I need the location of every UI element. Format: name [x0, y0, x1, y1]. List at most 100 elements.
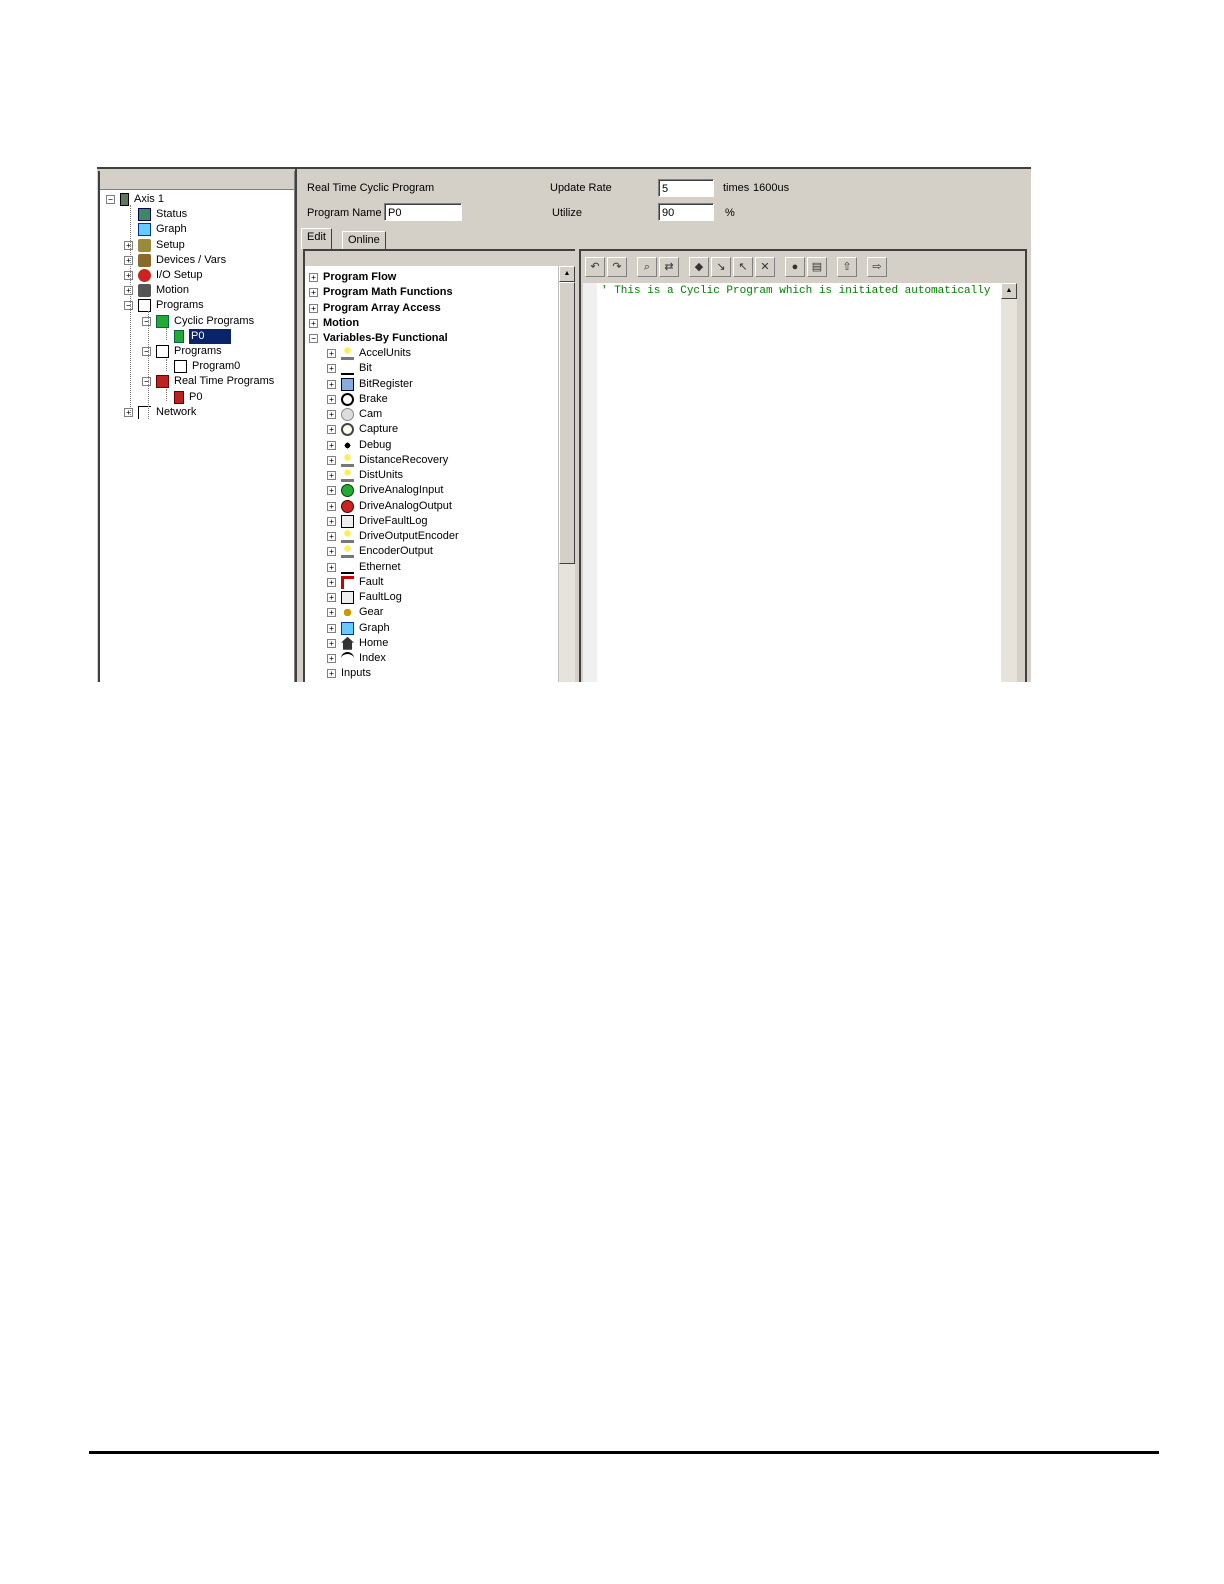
variable-group-fault[interactable]: + Fault [327, 575, 383, 590]
variable-group-driveanaloginput[interactable]: + DriveAnalogInput [327, 483, 443, 498]
code-line[interactable]: ' This is a Cyclic Program which is init… [601, 285, 990, 297]
expand-icon[interactable]: + [124, 407, 133, 417]
variable-group-faultlog[interactable]: + FaultLog [327, 590, 402, 605]
next-bookmark-icon[interactable]: ↘ [711, 257, 731, 277]
expand-icon[interactable]: + [327, 669, 336, 679]
category-program-flow[interactable]: + Program Flow [309, 270, 396, 285]
upload-icon[interactable]: ⇧ [837, 257, 857, 277]
variable-group-gear[interactable]: + Gear [327, 605, 383, 620]
code-scrollbar[interactable]: ▲ [1001, 283, 1017, 682]
expand-icon[interactable]: + [309, 303, 318, 313]
category-motion[interactable]: + Motion [309, 316, 359, 331]
expand-icon[interactable]: + [327, 364, 336, 374]
tab-online[interactable]: Online [342, 231, 386, 249]
expand-icon[interactable]: + [327, 394, 336, 404]
expand-icon[interactable]: + [327, 455, 336, 465]
variable-group-inputs[interactable]: + Inputs [327, 666, 371, 681]
tree-item-p0[interactable]: P0 [160, 328, 231, 344]
download-icon[interactable]: ⇨ [867, 257, 887, 277]
variable-group-bitregister[interactable]: + BitRegister [327, 377, 413, 392]
expand-icon[interactable]: + [327, 577, 336, 587]
expand-icon[interactable]: + [124, 240, 133, 250]
tree-item-devices-vars[interactable]: + Devices / Vars [124, 253, 226, 268]
expand-icon[interactable]: + [327, 349, 336, 358]
expand-icon[interactable]: + [327, 425, 336, 435]
tree-item-real-time-programs[interactable]: − Real Time Programs [142, 374, 274, 389]
tree-item-programs[interactable]: − Programs [124, 298, 204, 313]
tree-item-i-o-setup[interactable]: + I/O Setup [124, 268, 202, 283]
code-area[interactable]: ' This is a Cyclic Program which is init… [583, 283, 1017, 682]
expand-icon[interactable]: + [327, 608, 336, 618]
tree-item-graph[interactable]: Graph [124, 222, 187, 237]
expand-icon[interactable]: + [327, 638, 336, 648]
tree-item-axis-1[interactable]: − Axis 1 [106, 192, 164, 207]
expand-icon[interactable]: + [124, 255, 133, 265]
expand-icon[interactable]: + [309, 273, 318, 282]
tree-item-motion[interactable]: + Motion [124, 283, 189, 298]
update-rate-input[interactable]: 5 [658, 179, 714, 197]
expand-icon[interactable]: + [124, 286, 133, 296]
expand-icon[interactable]: + [327, 410, 336, 419]
scroll-thumb[interactable] [559, 282, 575, 564]
tree-item-status[interactable]: Status [124, 207, 187, 222]
expand-icon[interactable]: + [309, 288, 318, 298]
category-variables-by-functional[interactable]: − Variables-By Functional [309, 331, 448, 346]
expand-icon[interactable]: + [327, 654, 336, 663]
code-scroll-up-arrow[interactable]: ▲ [1001, 283, 1017, 299]
find-replace-icon[interactable]: ⇄ [659, 257, 679, 277]
variables-scrollbar[interactable]: ▲ [558, 266, 575, 682]
variable-group-debug[interactable]: + Debug [327, 438, 391, 453]
expand-icon[interactable]: + [327, 440, 336, 450]
breakpoint-icon[interactable]: ● [785, 257, 805, 277]
expand-icon[interactable]: + [327, 532, 336, 541]
collapse-icon[interactable]: − [142, 377, 151, 387]
expand-icon[interactable]: + [327, 516, 336, 526]
category-program-array-access[interactable]: + Program Array Access [309, 301, 441, 316]
variable-group-driveoutputencoder[interactable]: + DriveOutputEncoder [327, 529, 459, 544]
expand-icon[interactable]: + [327, 379, 336, 389]
variable-group-graph[interactable]: + Graph [327, 621, 390, 636]
prev-bookmark-icon[interactable]: ↖ [733, 257, 753, 277]
variable-group-drivefaultlog[interactable]: + DriveFaultLog [327, 514, 427, 529]
tree-item-program0[interactable]: Program0 [160, 359, 240, 374]
tree-item-programs[interactable]: − Programs [142, 344, 222, 359]
collapse-icon[interactable]: − [309, 334, 318, 343]
variable-group-ethernet[interactable]: + Ethernet [327, 560, 401, 575]
find-icon[interactable]: ⌕ [637, 257, 657, 277]
expand-icon[interactable]: + [124, 271, 133, 280]
variable-group-cam[interactable]: + Cam [327, 407, 382, 422]
expand-icon[interactable]: + [327, 547, 336, 557]
bookmark-icon[interactable]: ◆ [689, 257, 709, 277]
expand-icon[interactable]: + [327, 501, 336, 511]
expand-icon[interactable]: + [327, 486, 336, 496]
variable-group-index[interactable]: + Index [327, 651, 386, 666]
redo-icon[interactable]: ↷ [607, 257, 627, 277]
compile-icon[interactable]: ▤ [807, 257, 827, 277]
variable-group-distancerecovery[interactable]: + DistanceRecovery [327, 453, 448, 468]
collapse-icon[interactable]: − [124, 301, 133, 311]
tree-item-setup[interactable]: + Setup [124, 238, 185, 253]
tree-item-cyclic-programs[interactable]: − Cyclic Programs [142, 314, 254, 329]
category-program-math-functions[interactable]: + Program Math Functions [309, 285, 453, 300]
variable-group-accelunits[interactable]: + AccelUnits [327, 346, 411, 361]
utilize-input[interactable]: 90 [658, 203, 714, 221]
tree-item-network[interactable]: + Network [124, 405, 196, 420]
variable-group-encoderoutput[interactable]: + EncoderOutput [327, 544, 433, 559]
collapse-icon[interactable]: − [106, 195, 115, 204]
variable-group-brake[interactable]: + Brake [327, 392, 388, 407]
undo-icon[interactable]: ↶ [585, 257, 605, 277]
variable-group-driveanalogoutput[interactable]: + DriveAnalogOutput [327, 499, 452, 514]
expand-icon[interactable]: + [327, 562, 336, 572]
variable-group-bit[interactable]: + Bit [327, 361, 372, 376]
collapse-icon[interactable]: − [142, 347, 151, 356]
variable-group-home[interactable]: + Home [327, 636, 388, 651]
scroll-up-arrow[interactable]: ▲ [559, 266, 575, 282]
tab-edit[interactable]: Edit [301, 228, 332, 249]
program-name-input[interactable]: P0 [384, 203, 462, 221]
variable-group-capture[interactable]: + Capture [327, 422, 398, 437]
expand-icon[interactable]: + [327, 623, 336, 633]
expand-icon[interactable]: + [309, 318, 318, 328]
variable-group-distunits[interactable]: + DistUnits [327, 468, 403, 483]
collapse-icon[interactable]: − [142, 316, 151, 326]
expand-icon[interactable]: + [327, 471, 336, 480]
